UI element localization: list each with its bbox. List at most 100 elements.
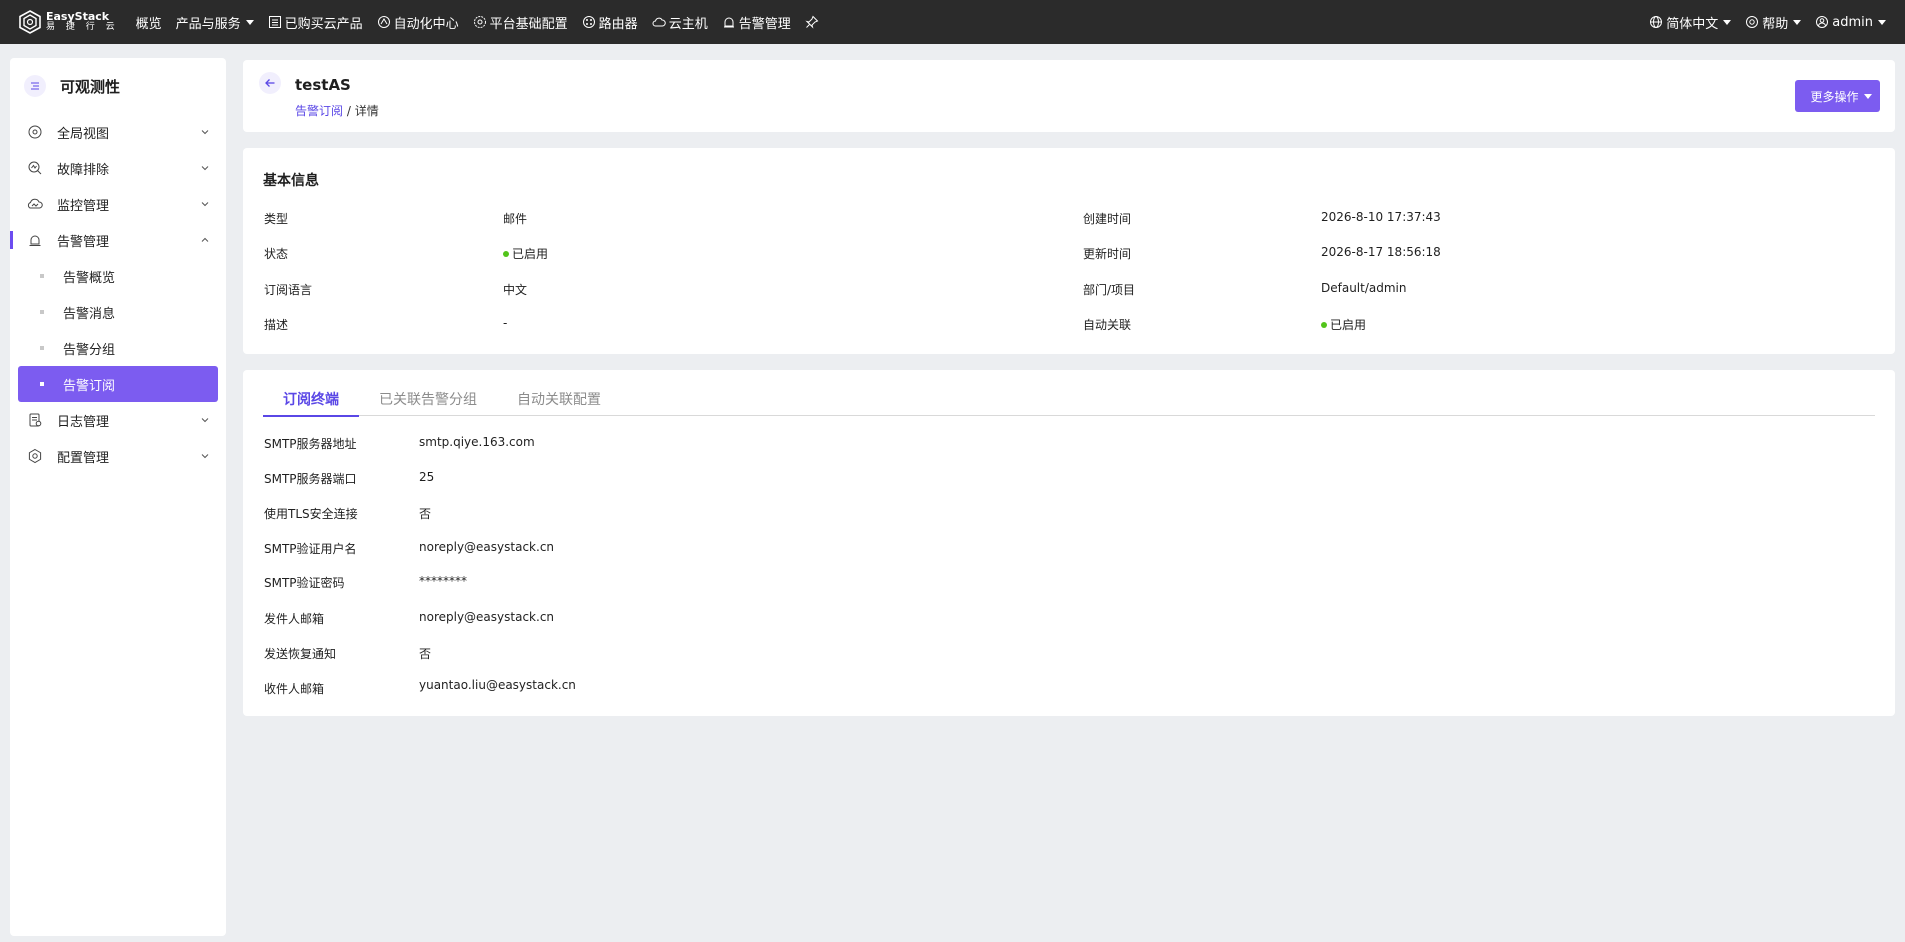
- sidebar-item-alarm-management[interactable]: 告警管理: [10, 222, 226, 258]
- language-label: 简体中文: [1666, 16, 1719, 32]
- tab-auto-link-config[interactable]: 自动关联配置: [497, 386, 621, 416]
- menu-fold-icon[interactable]: [24, 75, 46, 97]
- tab-bar: 订阅终端 已关联告警分组 自动关联配置: [263, 386, 1875, 417]
- sidebar-header: 可观测性: [10, 58, 226, 114]
- globe-icon: [1650, 16, 1663, 28]
- sidebar-item-config-management[interactable]: 配置管理: [10, 438, 226, 474]
- sidebar-title: 可观测性: [60, 77, 121, 96]
- detail-header: testAS 告警订阅 / 详情 更多操作: [243, 60, 1895, 132]
- sidebar-subitem-label: 告警订阅: [63, 378, 116, 394]
- nav-router[interactable]: 路由器: [575, 0, 645, 44]
- alarm-icon: [29, 235, 41, 246]
- nav-cloud-host[interactable]: 云主机: [645, 0, 715, 44]
- auto-link-text: 已启用: [1330, 318, 1367, 332]
- tab-subscription-endpoint[interactable]: 订阅终端: [263, 386, 359, 417]
- nav-label: 云主机: [668, 16, 708, 32]
- user-label: admin: [1832, 14, 1873, 30]
- help-label: 帮助: [1762, 16, 1789, 32]
- sidebar-item-troubleshooting[interactable]: 故障排除: [10, 150, 226, 186]
- chevron-down-icon: [201, 202, 209, 207]
- endpoint-label: SMTP验证用户名: [264, 542, 357, 556]
- endpoint-value: noreply@easystack.cn: [419, 540, 555, 554]
- chevron-up-icon: [201, 237, 209, 242]
- sidebar-item-label: 故障排除: [57, 162, 110, 178]
- sidebar-item-label: 配置管理: [57, 450, 110, 466]
- endpoint-value: noreply@easystack.cn: [419, 610, 555, 624]
- info-label-description: 描述: [264, 318, 289, 332]
- endpoint-value: ********: [419, 574, 467, 588]
- settings-icon: [473, 16, 486, 28]
- caret-down-icon: [1793, 19, 1802, 25]
- info-label-type: 类型: [264, 212, 289, 226]
- cloud-icon: [652, 17, 666, 27]
- troubleshoot-icon: [28, 161, 42, 175]
- arrow-left-icon: [265, 79, 275, 87]
- info-value-auto-link: 已启用: [1321, 316, 1366, 333]
- more-actions-button[interactable]: 更多操作: [1802, 80, 1880, 112]
- breadcrumb: 告警订阅 / 详情: [295, 102, 379, 119]
- sidebar-subitem-label: 告警消息: [63, 306, 116, 322]
- info-label-status: 状态: [264, 247, 289, 261]
- dashboard-icon: [28, 125, 42, 139]
- endpoint-value: yuantao.liu@easystack.cn: [419, 678, 576, 692]
- endpoint-label: 收件人邮箱: [264, 682, 325, 696]
- pin-nav-button[interactable]: [798, 0, 829, 44]
- monitor-icon: [27, 198, 43, 209]
- nav-products-services[interactable]: 产品与服务: [169, 0, 261, 44]
- caret-down-icon: [1723, 19, 1732, 25]
- section-title: 基本信息: [263, 173, 319, 189]
- user-menu[interactable]: admin: [1808, 0, 1893, 44]
- back-button[interactable]: [259, 72, 281, 94]
- logo-text-sub: 易 捷 行 云: [46, 22, 119, 32]
- breadcrumb-link-subscriptions[interactable]: 告警订阅: [295, 104, 343, 118]
- breadcrumb-current: 详情: [354, 104, 379, 118]
- bullet-icon: [40, 382, 44, 386]
- sidebar-item-label: 全局视图: [57, 126, 110, 142]
- nav-platform-config[interactable]: 平台基础配置: [466, 0, 575, 44]
- page-title: testAS: [295, 76, 351, 94]
- sidebar-subitem-alarm-groups[interactable]: 告警分组: [18, 330, 218, 366]
- basic-info-panel: 基本信息 类型 邮件 状态 已启用 订阅语言 中文 描述 - 创建时间 2026…: [243, 148, 1895, 354]
- info-label-project: 部门/项目: [1083, 283, 1136, 297]
- language-selector[interactable]: 简体中文: [1642, 0, 1738, 44]
- bullet-icon: [40, 346, 44, 350]
- router-icon: [582, 16, 595, 28]
- chevron-down-icon: [201, 454, 209, 459]
- help-menu[interactable]: 帮助: [1738, 0, 1808, 44]
- info-label-language: 订阅语言: [264, 283, 313, 297]
- status-dot-icon: [503, 250, 509, 257]
- sidebar-subitem-alarm-messages[interactable]: 告警消息: [18, 294, 218, 330]
- status-text: 已启用: [512, 247, 549, 261]
- easystack-logo[interactable]: EasyStack 易 捷 行 云: [18, 10, 119, 34]
- status-dot-icon: [1321, 321, 1327, 328]
- list-icon: [268, 16, 281, 28]
- nav-automation-center[interactable]: 自动化中心: [370, 0, 466, 44]
- sidebar: 可观测性 全局视图 故障排除 监控管理 告警管理 告警概览 告警消息 告警分组 …: [10, 58, 226, 936]
- sidebar-subitem-label: 告警分组: [63, 342, 116, 358]
- pin-icon: [805, 15, 819, 29]
- nav-label: 告警管理: [738, 16, 791, 32]
- sidebar-subitem-alarm-overview[interactable]: 告警概览: [18, 258, 218, 294]
- nav-label: 产品与服务: [175, 16, 241, 32]
- sidebar-item-global-view[interactable]: 全局视图: [10, 114, 226, 150]
- sidebar-subitem-alarm-subscriptions[interactable]: 告警订阅: [18, 366, 218, 402]
- bullet-icon: [40, 274, 44, 278]
- endpoint-label: SMTP服务器端口: [264, 472, 357, 486]
- endpoint-value: 否: [419, 647, 432, 661]
- nav-overview[interactable]: 概览: [129, 0, 169, 44]
- sidebar-item-label: 监控管理: [57, 198, 110, 214]
- nav-label: 平台基础配置: [489, 16, 568, 32]
- bullet-icon: [40, 310, 44, 314]
- info-value-created: 2026-8-10 17:37:43: [1321, 210, 1441, 224]
- sidebar-item-label: 日志管理: [57, 414, 110, 430]
- logo-text-main: EasyStack: [46, 10, 110, 23]
- nav-label: 自动化中心: [393, 16, 459, 32]
- sidebar-item-monitoring[interactable]: 监控管理: [10, 186, 226, 222]
- tab-linked-alarm-groups[interactable]: 已关联告警分组: [359, 386, 497, 416]
- info-label-updated: 更新时间: [1083, 247, 1132, 261]
- nav-purchased-products[interactable]: 已购买云产品: [261, 0, 370, 44]
- nav-alarm-management[interactable]: 告警管理: [715, 0, 798, 44]
- nav-label: 路由器: [598, 16, 638, 32]
- sidebar-item-log-management[interactable]: 日志管理: [10, 402, 226, 438]
- endpoint-value: smtp.qiye.163.com: [419, 435, 535, 449]
